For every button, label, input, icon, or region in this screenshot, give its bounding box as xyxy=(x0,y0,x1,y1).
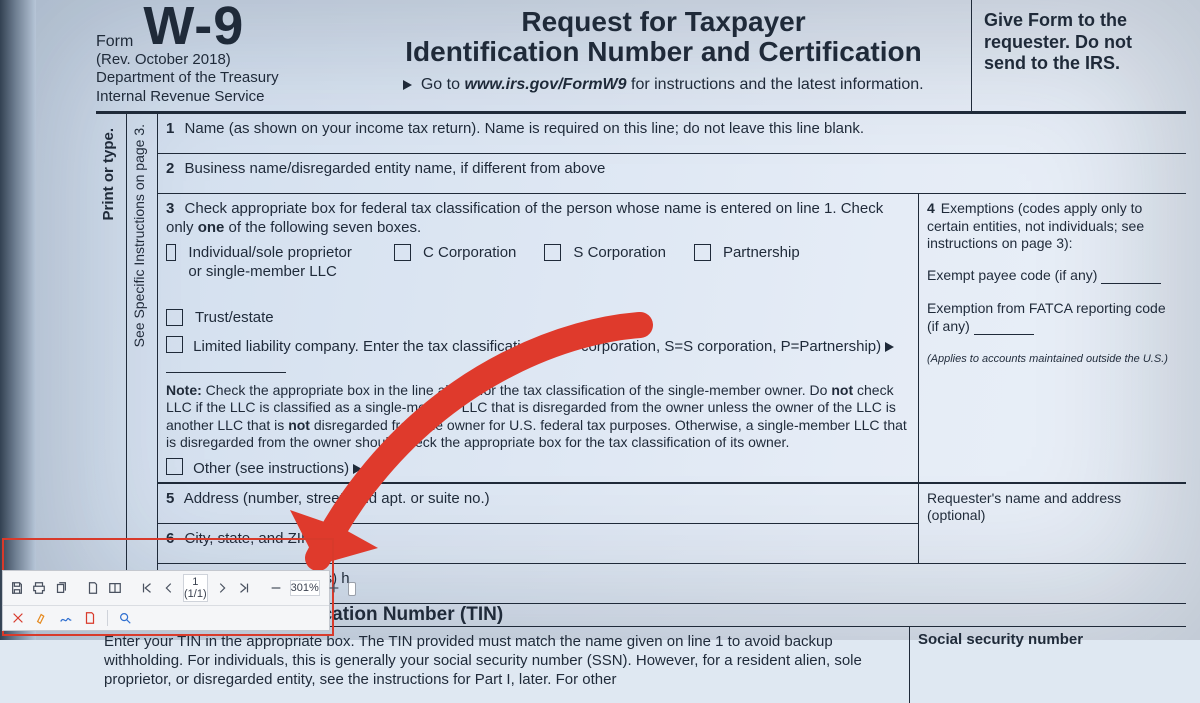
line-3-text-c: of the following seven boxes. xyxy=(224,219,421,236)
highlight-icon[interactable] xyxy=(33,609,51,627)
side-see-instructions: See Specific Instructions on page 3. xyxy=(127,114,151,357)
line-1: 1 Name (as shown on your income tax retu… xyxy=(158,114,1186,153)
line-2-text: Business name/disregarded entity name, i… xyxy=(185,160,606,177)
line-4-num: 4 xyxy=(927,200,935,216)
page-number-field[interactable]: 1 (1/1) xyxy=(183,574,208,602)
title-line-1: Request for Taxpayer xyxy=(366,6,961,38)
llc-note: Note: Check the appropriate box in the l… xyxy=(166,382,910,452)
line-4-exemptions: 4Exemptions (codes apply only to certain… xyxy=(919,194,1187,482)
zoom-level-field[interactable]: 301% xyxy=(290,580,320,596)
note-label: Note: xyxy=(166,382,202,398)
print-icon[interactable] xyxy=(31,579,47,597)
box-individual-label: Individual/sole proprietor or single-mem… xyxy=(188,244,366,282)
exempt-payee-label: Exempt payee code (if any) xyxy=(927,267,1097,283)
line-4-text: Exemptions (codes apply only to certain … xyxy=(927,200,1144,251)
line-3-one: one xyxy=(198,219,225,236)
title-line-2: Identification Number and Certification xyxy=(366,36,961,68)
checkbox-llc[interactable] xyxy=(166,336,183,353)
box-ccorp-label: C Corporation xyxy=(423,244,516,263)
fatca-label: Exemption from FATCA reporting code (if … xyxy=(927,300,1166,334)
line-1-num: 1 xyxy=(166,120,174,137)
search-icon[interactable] xyxy=(116,609,134,627)
checkbox-other[interactable] xyxy=(166,458,183,475)
next-page-icon[interactable] xyxy=(214,579,230,597)
box-other-label: Other (see instructions) xyxy=(193,460,349,477)
form-code: W-9 xyxy=(143,2,244,51)
triangle-icon xyxy=(353,464,362,474)
give-form-box: Give Form to the requester. Do not send … xyxy=(971,0,1186,111)
zoom-in-icon[interactable] xyxy=(326,579,342,597)
form-body-table: Print or type. See Specific Instructions… xyxy=(96,114,1186,603)
checkbox-trust[interactable] xyxy=(166,309,183,326)
line-1-text: Name (as shown on your income tax return… xyxy=(185,120,865,137)
goto-url: www.irs.gov/FormW9 xyxy=(464,76,626,93)
llc-classification-blank[interactable] xyxy=(166,358,286,373)
box-scorp-label: S Corporation xyxy=(573,244,666,263)
first-page-icon[interactable] xyxy=(139,579,155,597)
line-2-num: 2 xyxy=(166,160,174,177)
line-3-num: 3 xyxy=(166,200,174,217)
signature-icon[interactable] xyxy=(57,609,75,627)
line-5-num: 5 xyxy=(166,490,174,507)
revision-line: (Rev. October 2018) xyxy=(96,51,348,70)
close-icon[interactable] xyxy=(9,609,27,627)
page-icon[interactable] xyxy=(85,579,101,597)
pdf-viewer-toolbar: 1 (1/1) 301% xyxy=(2,570,330,631)
copy-icon[interactable] xyxy=(53,579,69,597)
zoom-out-icon[interactable] xyxy=(268,579,284,597)
goto-line: Go to www.irs.gov/FormW9 for instruction… xyxy=(366,76,961,94)
line-5: 5 Address (number, street, and apt. or s… xyxy=(158,484,918,523)
dept-line-1: Department of the Treasury xyxy=(96,69,348,88)
triangle-icon xyxy=(885,342,894,352)
line-2: 2 Business name/disregarded entity name,… xyxy=(158,154,1186,193)
last-page-icon[interactable] xyxy=(236,579,252,597)
part-1-body: Enter your TIN in the appropriate box. T… xyxy=(96,627,909,703)
triangle-icon xyxy=(403,80,412,90)
attachment-icon[interactable] xyxy=(81,609,99,627)
two-page-icon[interactable] xyxy=(107,579,123,597)
prev-page-icon[interactable] xyxy=(161,579,177,597)
line-3: 3 Check appropriate box for federal tax … xyxy=(158,194,918,482)
goto-suffix: for instructions and the latest informat… xyxy=(631,76,924,93)
dept-line-2: Internal Revenue Service xyxy=(96,88,348,107)
box-partnership-label: Partnership xyxy=(723,244,800,263)
checkbox-scorp[interactable] xyxy=(544,244,561,261)
form-header: Form W-9 (Rev. October 2018) Department … xyxy=(96,0,1186,111)
save-icon[interactable] xyxy=(9,579,25,597)
box-trust-label: Trust/estate xyxy=(195,309,274,328)
requester-label: Requester's name and address (optional) xyxy=(919,484,1186,539)
applies-note: (Applies to accounts maintained outside … xyxy=(927,353,1178,367)
form-word: Form xyxy=(96,33,133,51)
goto-prefix: Go to xyxy=(421,76,460,93)
box-llc-label: Limited liability company. Enter the tax… xyxy=(193,338,881,355)
fatca-blank[interactable] xyxy=(974,320,1034,335)
checkbox-ccorp[interactable] xyxy=(394,244,411,261)
line-5-text: Address (number, street, and apt. or sui… xyxy=(184,490,490,507)
exempt-payee-blank[interactable] xyxy=(1101,269,1161,284)
checkbox-partnership[interactable] xyxy=(694,244,711,261)
side-print-or-type: Print or type. xyxy=(96,114,121,235)
checkbox-individual[interactable] xyxy=(166,244,176,261)
